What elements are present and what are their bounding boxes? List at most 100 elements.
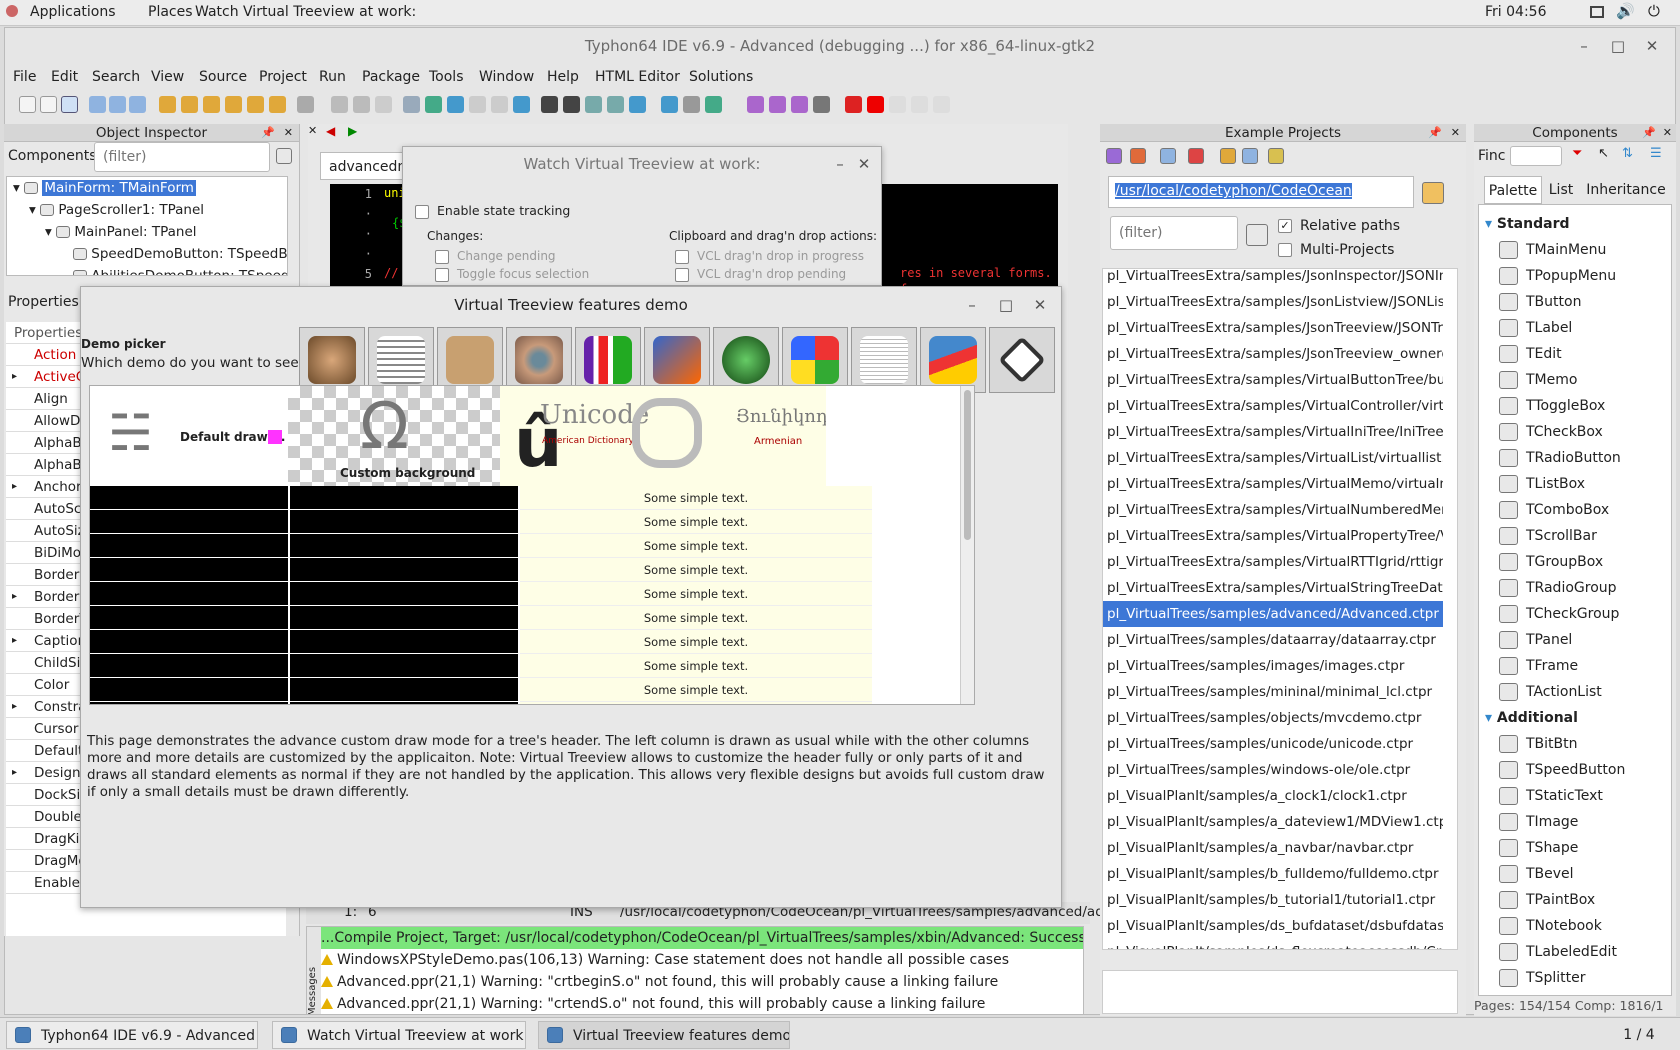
palette-component-item[interactable]: TToggleBox bbox=[1499, 393, 1605, 419]
project-list-item[interactable]: pl_VirtualTreesExtra/samples/VirtualList… bbox=[1103, 445, 1443, 471]
menu-edit[interactable]: Edit bbox=[51, 69, 78, 85]
folder-icon[interactable] bbox=[1220, 148, 1236, 164]
desktop-icon[interactable] bbox=[705, 96, 722, 113]
filter-icon[interactable]: ⏷ bbox=[1572, 146, 1582, 161]
multi-projects-checkbox[interactable]: Multi-Projects bbox=[1278, 242, 1394, 258]
components-icon[interactable] bbox=[769, 96, 786, 113]
message-row[interactable]: ...Compile Project, Target: /usr/local/c… bbox=[321, 927, 1083, 949]
palette-component-item[interactable]: TMainMenu bbox=[1499, 237, 1606, 263]
project-list-item[interactable]: pl_VisualPlanIt/samples/a_navbar/navbar.… bbox=[1103, 835, 1443, 861]
open-icon[interactable] bbox=[89, 96, 106, 113]
header-demo-tree[interactable]: ☵ Default drawi... Ω Custom background û… bbox=[89, 385, 975, 705]
menu-tools[interactable]: Tools bbox=[429, 69, 464, 85]
close-icon[interactable]: ✕ bbox=[1641, 28, 1663, 64]
stop-icon[interactable] bbox=[867, 96, 884, 113]
menu-file[interactable]: File bbox=[13, 69, 36, 85]
find-next-icon[interactable] bbox=[563, 96, 580, 113]
project-list-item[interactable]: pl_VirtualTrees/samples/images/images.ct… bbox=[1103, 653, 1443, 679]
open-recent-icon[interactable] bbox=[109, 96, 126, 113]
project-list-item[interactable]: pl_VisualPlanIt/samples/a_dateview1/MDVi… bbox=[1103, 809, 1443, 835]
header-column-default[interactable]: ☵ Default drawi... bbox=[90, 386, 288, 486]
palette-group-header[interactable]: ▾ Standard bbox=[1485, 211, 1570, 237]
project-list-item[interactable]: pl_VirtualTreesExtra/samples/VirtualStri… bbox=[1103, 575, 1443, 601]
message-row[interactable]: Advanced.ppr(21,1) Warning: "crtendS.o" … bbox=[321, 993, 985, 1014]
minimize-icon[interactable]: – bbox=[1573, 28, 1595, 64]
workspace-pager[interactable]: 1 / 4 bbox=[1604, 1021, 1674, 1049]
relative-paths-checkbox[interactable]: ✓ Relative paths bbox=[1278, 218, 1400, 234]
window-list-icon[interactable] bbox=[469, 96, 486, 113]
palette-component-item[interactable]: TCheckGroup bbox=[1499, 601, 1619, 627]
path-field[interactable]: /usr/local/codetyphon/CodeOcean bbox=[1108, 176, 1414, 208]
package-add-icon[interactable] bbox=[225, 96, 242, 113]
step-into-icon[interactable] bbox=[889, 96, 906, 113]
demo-button-about[interactable] bbox=[989, 327, 1055, 393]
palette-component-item[interactable]: TRadioGroup bbox=[1499, 575, 1617, 601]
settings-icon[interactable] bbox=[1268, 148, 1284, 164]
nav-back-icon[interactable]: ◀ bbox=[326, 124, 335, 138]
find-component-input[interactable] bbox=[1510, 146, 1562, 166]
demo-button-drag[interactable] bbox=[713, 327, 779, 393]
project-list-item[interactable]: pl_VirtualTreesExtra/samples/VirtualRTTI… bbox=[1103, 549, 1443, 575]
close-panel-icon[interactable]: ✕ bbox=[284, 124, 293, 142]
minimize-icon[interactable]: – bbox=[829, 147, 851, 181]
refresh-icon[interactable] bbox=[425, 96, 442, 113]
close-icon[interactable]: ✕ bbox=[853, 147, 875, 181]
palette-component-item[interactable]: TImage bbox=[1499, 809, 1578, 835]
project-list-item[interactable]: pl_VirtualTreesExtra/samples/VirtualMemo… bbox=[1103, 471, 1443, 497]
tab-palette[interactable]: Palette bbox=[1484, 176, 1542, 204]
close-icon[interactable]: ✕ bbox=[1029, 287, 1051, 323]
palette-component-item[interactable]: TBitBtn bbox=[1499, 731, 1578, 757]
tree-row[interactable]: Some simple text. bbox=[90, 558, 872, 582]
tree-node[interactable]: AbilitiesDemoButton: TSpeedB bbox=[73, 265, 287, 275]
project-list-item[interactable]: pl_VisualPlanIt/samples/ds_flexcreateacc… bbox=[1103, 939, 1443, 949]
pin-icon[interactable]: 📌 bbox=[1428, 124, 1442, 142]
palette-component-item[interactable]: TPopupMenu bbox=[1499, 263, 1616, 289]
debug-icon[interactable] bbox=[813, 96, 830, 113]
tree-row[interactable]: Some simple text. bbox=[90, 582, 872, 606]
projects-filter-input[interactable] bbox=[1110, 216, 1238, 250]
tree-node[interactable]: SpeedDemoButton: TSpeedBu bbox=[73, 243, 287, 265]
maximize-icon[interactable]: □ bbox=[1607, 28, 1629, 64]
package-save-icon[interactable] bbox=[203, 96, 220, 113]
project-list-item[interactable]: pl_VirtualTrees/samples/windows-ole/ole.… bbox=[1103, 757, 1443, 783]
package-remove-icon[interactable] bbox=[247, 96, 264, 113]
project-list-item[interactable]: pl_VirtualTrees/samples/objects/mvcdemo.… bbox=[1103, 705, 1443, 731]
project-list-item[interactable]: pl_VirtualTrees/samples/dataarray/dataar… bbox=[1103, 627, 1443, 653]
project-list-item[interactable]: pl_VirtualTrees/samples/advanced/Advance… bbox=[1103, 601, 1443, 627]
new-form-icon[interactable] bbox=[40, 96, 57, 113]
close-file-icon[interactable] bbox=[375, 96, 392, 113]
cut-tool-icon[interactable] bbox=[683, 96, 700, 113]
project-list-item[interactable]: pl_VirtualTrees/samples/unicode/unicode.… bbox=[1103, 731, 1443, 757]
demo-button-general[interactable] bbox=[368, 327, 434, 393]
palette-component-item[interactable]: TGroupBox bbox=[1499, 549, 1603, 575]
filter-clear-icon[interactable] bbox=[276, 148, 292, 164]
menu-package[interactable]: Package bbox=[362, 69, 420, 85]
menu-solutions[interactable]: Solutions bbox=[689, 69, 753, 85]
list-icon[interactable]: ☰ bbox=[1650, 146, 1662, 161]
maximize-icon[interactable]: □ bbox=[995, 287, 1017, 323]
project-list-item[interactable]: pl_VirtualTreesExtra/samples/VirtualProp… bbox=[1103, 523, 1443, 549]
copy-project-icon[interactable] bbox=[1160, 148, 1176, 164]
menu-run[interactable]: Run bbox=[319, 69, 346, 85]
project-list-item[interactable]: pl_VisualPlanIt/samples/b_fulldemo/fulld… bbox=[1103, 861, 1443, 887]
minimize-icon[interactable]: – bbox=[961, 287, 983, 323]
menu-source[interactable]: Source bbox=[199, 69, 247, 85]
demo-button-windows[interactable] bbox=[782, 327, 848, 393]
view-units-icon[interactable] bbox=[297, 96, 314, 113]
tab-list[interactable]: List bbox=[1542, 176, 1580, 204]
network-icon[interactable] bbox=[1590, 6, 1604, 18]
project-list-item[interactable]: pl_VisualPlanIt/samples/ds_bufdataset/ds… bbox=[1103, 913, 1443, 939]
jump-icon[interactable] bbox=[447, 96, 464, 113]
find-icon[interactable] bbox=[129, 96, 146, 113]
palette-component-item[interactable]: TActionList bbox=[1499, 679, 1602, 705]
window-cascade-icon[interactable] bbox=[491, 96, 508, 113]
palette-component-item[interactable]: TLabeledEdit bbox=[1499, 939, 1617, 965]
taskbar-item-demo[interactable]: Virtual Treeview features demo bbox=[538, 1021, 790, 1049]
project-list-item[interactable]: pl_VirtualTreesExtra/samples/JsonListvie… bbox=[1103, 289, 1443, 315]
palette-component-item[interactable]: TNotebook bbox=[1499, 913, 1602, 939]
refresh-icon[interactable] bbox=[1106, 148, 1122, 164]
nav-forward-icon[interactable]: ▶ bbox=[348, 124, 357, 138]
palette-component-item[interactable]: TMemo bbox=[1499, 367, 1577, 393]
demo-button-multiline[interactable] bbox=[851, 327, 917, 393]
close-panel-icon[interactable]: ✕ bbox=[1663, 124, 1672, 142]
